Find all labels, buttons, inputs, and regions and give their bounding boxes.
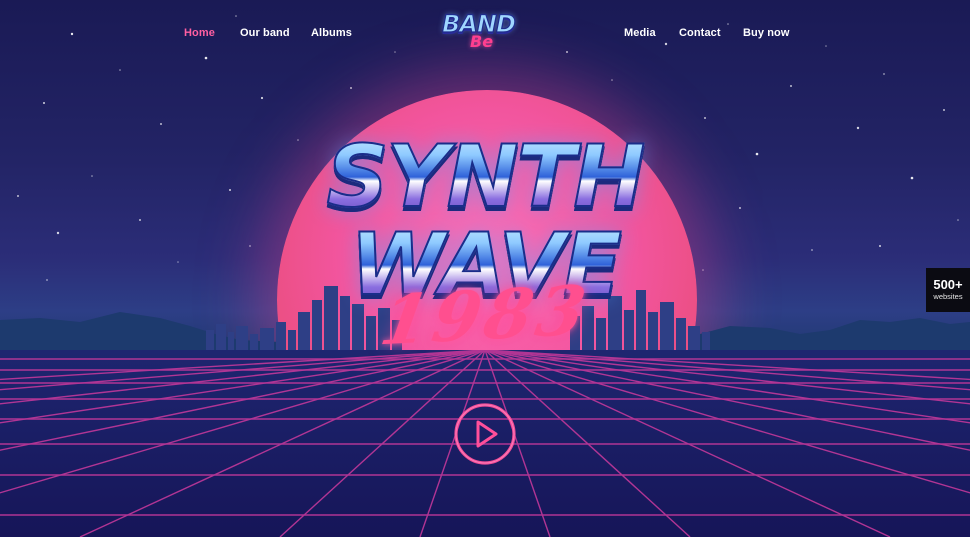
- badge-label: websites: [933, 292, 963, 301]
- play-icon: [454, 403, 516, 465]
- nav-contact[interactable]: Contact: [679, 27, 721, 39]
- play-button[interactable]: [452, 401, 518, 467]
- websites-count-badge[interactable]: 500+ websites: [926, 268, 970, 312]
- nav-home[interactable]: Home: [184, 27, 215, 39]
- hero-page: SYNTH WAVE 1983 Home Our band Albums BAN…: [0, 0, 970, 537]
- hero-title-synth: SYNTH: [0, 126, 970, 228]
- top-navigation: Home Our band Albums BAND Be Media Conta…: [0, 0, 970, 66]
- band-logo[interactable]: BAND Be: [440, 9, 532, 58]
- nav-albums[interactable]: Albums: [311, 27, 352, 39]
- nav-media[interactable]: Media: [624, 27, 656, 39]
- logo-text-be: Be: [470, 32, 494, 51]
- nav-our-band[interactable]: Our band: [240, 27, 290, 39]
- badge-count: 500+: [933, 277, 963, 292]
- nav-buy-now[interactable]: Buy now: [743, 27, 790, 39]
